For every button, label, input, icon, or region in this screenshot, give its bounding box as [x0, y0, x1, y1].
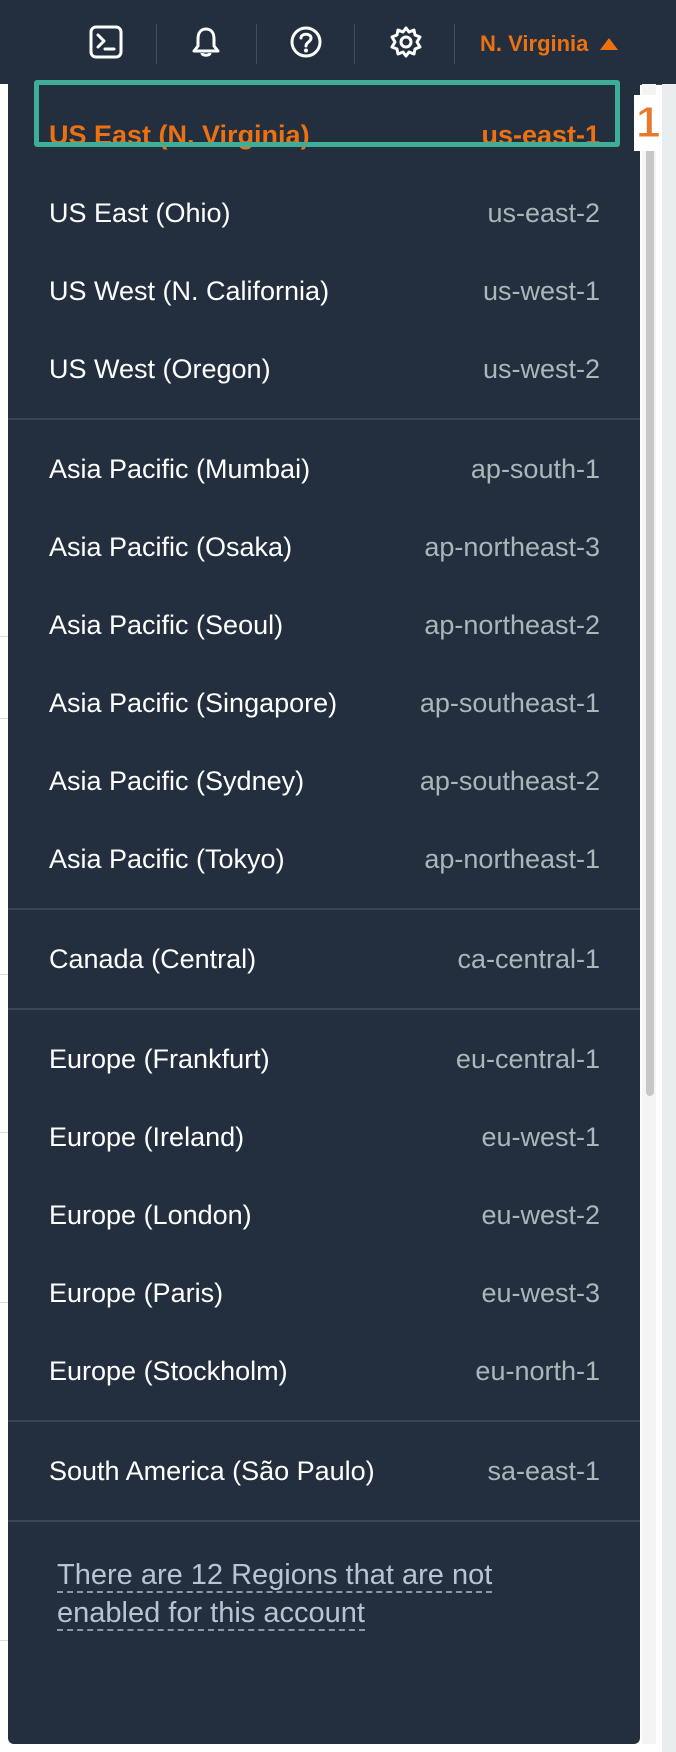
region-name: Asia Pacific (Mumbai)	[49, 453, 311, 484]
region-item-eu-north-1[interactable]: Europe (Stockholm) eu-north-1	[8, 1332, 640, 1410]
region-name: Europe (Ireland)	[49, 1121, 245, 1152]
region-code: sa-east-1	[487, 1455, 600, 1486]
highlight-box	[34, 80, 620, 147]
region-group: Europe (Frankfurt) eu-central-1 Europe (Ir…	[8, 1010, 640, 1422]
region-list: US East (N. Virginia) us-east-1 US East (O…	[8, 84, 640, 1522]
region-group: South America (São Paulo) sa-east-1	[8, 1422, 640, 1522]
region-name: Europe (Frankfurt)	[49, 1043, 270, 1074]
region-code: ap-northeast-2	[424, 609, 600, 640]
region-dropdown-menu: US East (N. Virginia) us-east-1 US East (O…	[8, 84, 640, 1744]
region-code: ap-southeast-1	[419, 687, 600, 718]
region-name: Europe (Stockholm)	[49, 1355, 288, 1386]
region-code: eu-central-1	[455, 1043, 600, 1074]
region-item-ap-southeast-2[interactable]: Asia Pacific (Sydney) ap-southeast-2	[8, 742, 640, 820]
region-code: ap-northeast-3	[424, 531, 600, 562]
gear-icon[interactable]	[384, 20, 428, 64]
region-selector-button[interactable]: N. Virginia	[480, 24, 619, 64]
disabled-regions-link-text: There are 12 Regions that are not enable…	[57, 1559, 493, 1631]
step-number-annotation: 1	[634, 95, 663, 151]
region-code: eu-west-2	[481, 1199, 600, 1230]
region-name: Asia Pacific (Tokyo)	[49, 843, 285, 874]
background-page-edge	[662, 84, 676, 1752]
top-navigation-bar: N. Virginia	[0, 0, 676, 85]
region-group: Canada (Central) ca-central-1	[8, 910, 640, 1010]
region-item-eu-central-1[interactable]: Europe (Frankfurt) eu-central-1	[8, 1020, 640, 1098]
cloudshell-icon[interactable]	[84, 20, 128, 64]
region-name: Europe (London)	[49, 1199, 252, 1230]
region-name: Asia Pacific (Seoul)	[49, 609, 284, 640]
region-name: US West (Oregon)	[49, 353, 271, 384]
scrollbar-thumb[interactable]	[646, 96, 654, 1096]
region-item-ap-northeast-3[interactable]: Asia Pacific (Osaka) ap-northeast-3	[8, 508, 640, 586]
region-item-us-east-2[interactable]: US East (Ohio) us-east-2	[8, 174, 640, 252]
region-code: ap-south-1	[470, 453, 600, 484]
region-item-ap-south-1[interactable]: Asia Pacific (Mumbai) ap-south-1	[8, 430, 640, 508]
region-name: Europe (Paris)	[49, 1277, 224, 1308]
region-item-eu-west-3[interactable]: Europe (Paris) eu-west-3	[8, 1254, 640, 1332]
region-group: Asia Pacific (Mumbai) ap-south-1 Asia Paci…	[8, 420, 640, 910]
region-item-ap-northeast-2[interactable]: Asia Pacific (Seoul) ap-northeast-2	[8, 586, 640, 664]
region-item-ap-southeast-1[interactable]: Asia Pacific (Singapore) ap-southeast-1	[8, 664, 640, 742]
region-code: ap-northeast-1	[424, 843, 600, 874]
region-code: us-east-2	[487, 197, 600, 228]
region-name: US West (N. California)	[49, 275, 330, 306]
region-item-ca-central-1[interactable]: Canada (Central) ca-central-1	[8, 920, 640, 998]
region-code: eu-west-3	[481, 1277, 600, 1308]
region-code: eu-north-1	[475, 1355, 600, 1386]
region-item-eu-west-2[interactable]: Europe (London) eu-west-2	[8, 1176, 640, 1254]
region-name: Asia Pacific (Sydney)	[49, 765, 305, 796]
disabled-regions-link[interactable]: There are 12 Regions that are not enable…	[8, 1522, 640, 1632]
region-selector-label: N. Virginia	[480, 31, 589, 56]
region-item-us-west-1[interactable]: US West (N. California) us-west-1	[8, 252, 640, 330]
region-code: us-west-1	[482, 275, 600, 306]
region-item-ap-northeast-1[interactable]: Asia Pacific (Tokyo) ap-northeast-1	[8, 820, 640, 898]
region-name: Asia Pacific (Singapore)	[49, 687, 338, 718]
region-name: South America (São Paulo)	[49, 1455, 375, 1486]
caret-up-icon	[600, 38, 619, 50]
region-item-eu-west-1[interactable]: Europe (Ireland) eu-west-1	[8, 1098, 640, 1176]
region-code: eu-west-1	[481, 1121, 600, 1152]
region-name: Asia Pacific (Osaka)	[49, 531, 293, 562]
region-name: US East (Ohio)	[49, 197, 231, 228]
region-code: ca-central-1	[457, 943, 600, 974]
help-icon[interactable]	[284, 20, 328, 64]
region-name: Canada (Central)	[49, 943, 257, 974]
region-code: us-west-2	[482, 353, 600, 384]
region-item-us-west-2[interactable]: US West (Oregon) us-west-2	[8, 330, 640, 408]
region-code: ap-southeast-2	[419, 765, 600, 796]
bell-icon[interactable]	[184, 20, 228, 64]
region-item-sa-east-1[interactable]: South America (São Paulo) sa-east-1	[8, 1432, 640, 1510]
